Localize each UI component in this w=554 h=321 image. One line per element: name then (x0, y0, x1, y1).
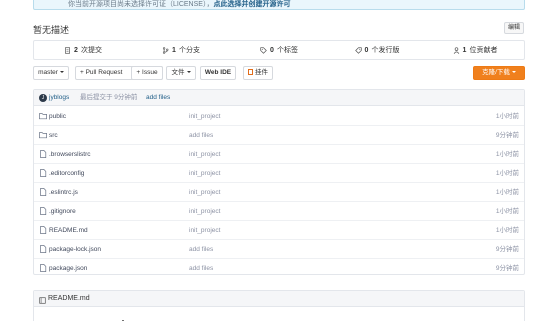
commit-meta: 最后提交于 9分钟前 (80, 94, 138, 101)
file-icon (39, 169, 47, 177)
last-commit-bar: J jyblogs 最后提交于 9分钟前 add files (34, 90, 524, 106)
folder-icon (39, 112, 47, 120)
create-license-link[interactable]: 点此选择并创建开源许可 (213, 1, 290, 8)
file-icon (39, 150, 47, 158)
stat-releases[interactable]: 0 个发行版 (328, 41, 426, 59)
folder-icon (39, 131, 47, 139)
file-row[interactable]: .browserslistrc init_project 1小时前 (34, 145, 524, 164)
file-row[interactable]: package-lock.json add files 9分钟前 (34, 240, 524, 259)
issue-button[interactable]: + Issue (131, 66, 163, 80)
stat-commits[interactable]: 2 次提交 (34, 41, 132, 59)
chevron-down-icon (511, 71, 516, 74)
branch-icon (162, 46, 169, 54)
license-notice-text: 你当前开源项目尚未选择许可证（LICENSE），点此选择并创建开源许可 (68, 1, 291, 8)
chevron-down-icon (59, 71, 64, 74)
file-row[interactable]: src add files 9分钟前 (34, 126, 524, 145)
tag-icon (260, 46, 267, 54)
commit-author-link[interactable]: jyblogs (49, 90, 69, 106)
book-icon (39, 295, 46, 304)
edit-description-button[interactable]: 编辑 (504, 22, 524, 34)
clone-download-button[interactable]: 克隆/下载 (473, 66, 525, 80)
file-row[interactable]: .gitignore init_project 1小时前 (34, 202, 524, 221)
commit-icon (64, 46, 71, 54)
widget-button[interactable]: 挂件 (243, 66, 273, 80)
file-icon (39, 264, 47, 272)
file-icon (39, 188, 47, 196)
web-ide-button[interactable]: Web IDE (200, 66, 236, 80)
widget-icon (248, 69, 253, 76)
chevron-down-icon (186, 71, 191, 74)
repo-toolbar: master + Pull Request + Issue 文件 Web IDE… (33, 66, 525, 80)
file-row[interactable]: .editorconfig init_project 1小时前 (34, 164, 524, 183)
file-icon (39, 226, 47, 234)
stat-branches[interactable]: 1 个分支 (132, 41, 230, 59)
branch-select[interactable]: master (33, 66, 69, 80)
file-row[interactable]: package.json add files 9分钟前 (34, 259, 524, 278)
readme-title: README.md (48, 295, 90, 302)
file-row[interactable]: README.md init_project 1小时前 (34, 221, 524, 240)
stat-contributors[interactable]: 1 位贡献者 (426, 41, 524, 59)
commit-message-link[interactable]: add files (146, 90, 170, 106)
file-row[interactable]: .eslintrc.js init_project 1小时前 (34, 183, 524, 202)
readme-header: README.md (34, 291, 524, 307)
repo-stats-bar: 2 次提交 1 个分支 0 个标签 0 个发行版 1 位贡献者 (33, 40, 525, 60)
readme-panel: README.md (33, 290, 525, 321)
license-notice: 你当前开源项目尚未选择许可证（LICENSE），点此选择并创建开源许可 (33, 0, 525, 10)
file-list: J jyblogs 最后提交于 9分钟前 add files public in… (33, 89, 525, 275)
file-icon (39, 245, 47, 253)
file-menu-button[interactable]: 文件 (166, 66, 196, 80)
stat-tags[interactable]: 0 个标签 (230, 41, 328, 59)
avatar[interactable]: J (39, 94, 47, 102)
file-icon (39, 207, 47, 215)
release-icon (354, 46, 362, 54)
contributor-icon (453, 46, 460, 54)
repo-description: 暂无描述 (33, 25, 70, 35)
file-row[interactable]: public init_project 1小时前 (34, 107, 524, 126)
